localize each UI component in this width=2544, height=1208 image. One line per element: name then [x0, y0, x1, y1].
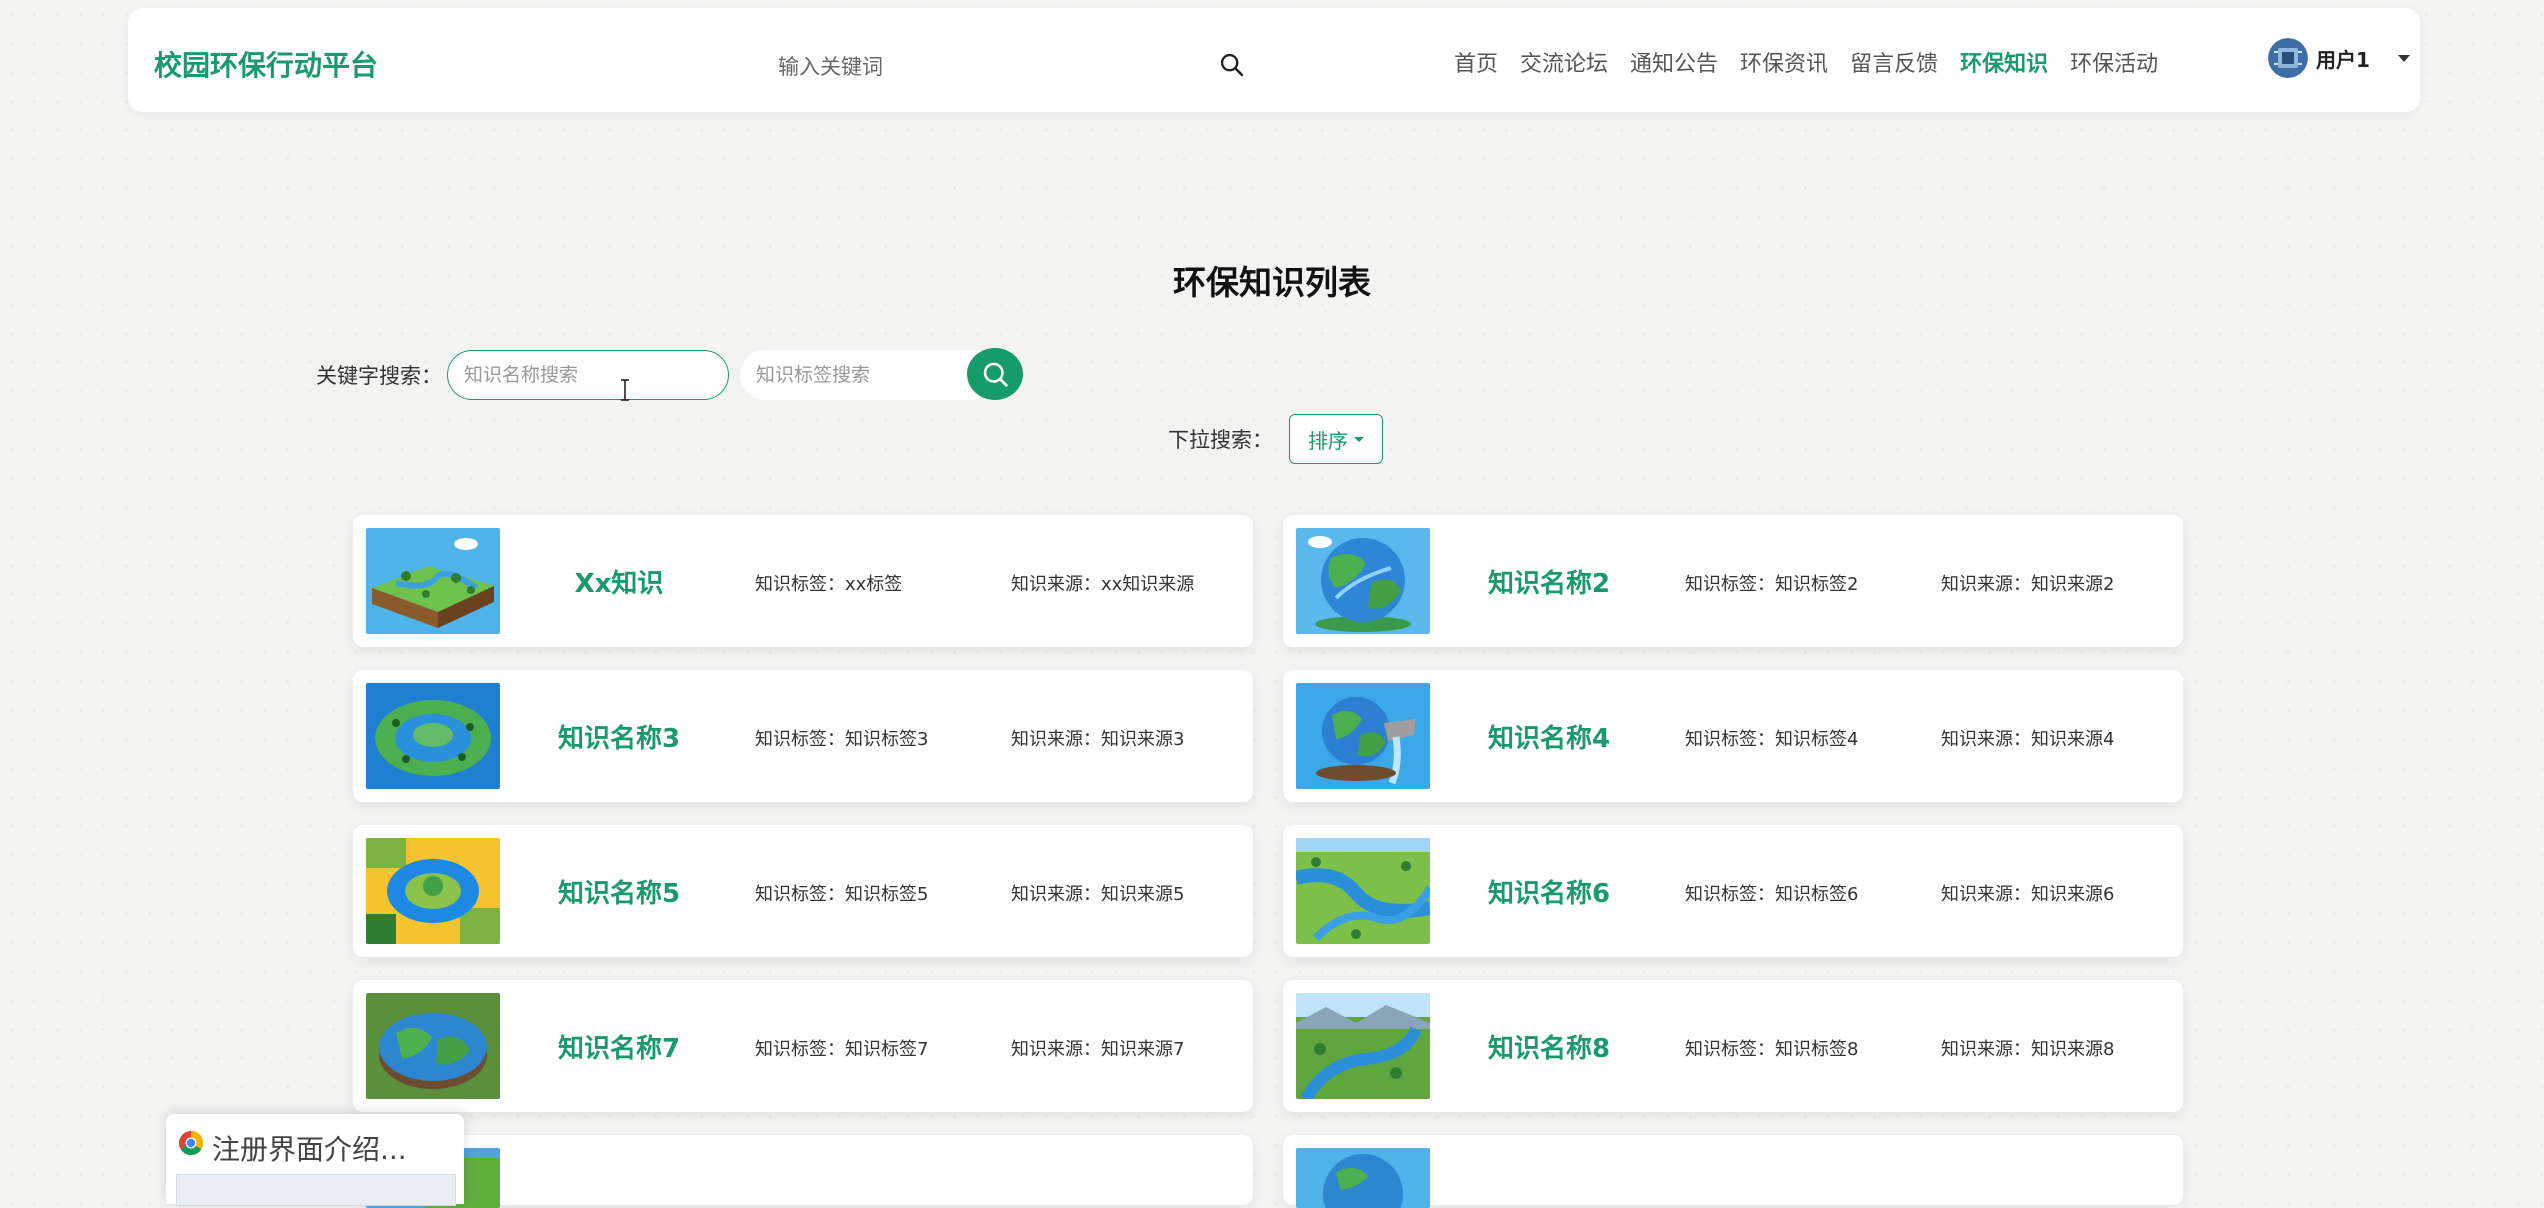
sort-dropdown-button[interactable]: 排序 — [1289, 414, 1383, 464]
knowledge-source: 知识来源：知识来源8 — [1941, 1039, 2115, 1060]
knowledge-card[interactable]: 知识名称8 知识标签：知识标签8 知识来源：知识来源8 — [1283, 980, 2183, 1112]
knowledge-thumbnail[interactable] — [366, 528, 500, 634]
nav-feedback[interactable]: 留言反馈 — [1850, 46, 1938, 78]
knowledge-source: 知识来源：知识来源3 — [1011, 729, 1185, 750]
caret-down-icon — [1354, 436, 1364, 442]
knowledge-card[interactable]: 知识名称3 知识标签：知识标签3 知识来源：知识来源3 — [353, 670, 1253, 802]
nav-forum[interactable]: 交流论坛 — [1520, 46, 1608, 78]
search-icon — [983, 362, 1008, 387]
knowledge-card[interactable]: 知识名称6 知识标签：知识标签6 知识来源：知识来源6 — [1283, 825, 2183, 957]
header-search-input[interactable]: 输入关键词 — [778, 51, 883, 81]
user-name[interactable]: 用户1 — [2316, 44, 2370, 73]
knowledge-name[interactable]: 知识名称5 — [519, 873, 719, 910]
nav-news[interactable]: 环保资讯 — [1740, 46, 1828, 78]
brand-title[interactable]: 校园环保行动平台 — [154, 44, 378, 84]
knowledge-name[interactable]: 知识名称3 — [519, 718, 719, 755]
dropdown-search-label: 下拉搜索： — [1168, 428, 1273, 452]
knowledge-thumbnail[interactable] — [1296, 528, 1430, 634]
browser-window-preview[interactable]: 注册界面介绍... — [166, 1114, 464, 1206]
knowledge-source: 知识来源：xx知识来源 — [1011, 574, 1195, 595]
nav-activity[interactable]: 环保活动 — [2070, 46, 2158, 78]
text-cursor-icon — [621, 379, 629, 401]
knowledge-tag: 知识标签：知识标签2 — [1685, 574, 1859, 595]
knowledge-name[interactable]: 知识名称8 — [1449, 1028, 1649, 1065]
knowledge-name[interactable]: Xx知识 — [519, 563, 719, 600]
knowledge-thumbnail[interactable] — [1296, 993, 1430, 1099]
user-menu[interactable]: 用户1 — [2268, 38, 2410, 78]
nav-knowledge[interactable]: 环保知识 — [1960, 46, 2048, 78]
nav-notice[interactable]: 通知公告 — [1630, 46, 1718, 78]
knowledge-card[interactable]: 知识名称7 知识标签：知识标签7 知识来源：知识来源7 — [353, 980, 1253, 1112]
knowledge-tag: 知识标签：知识标签5 — [755, 884, 929, 905]
knowledge-name-search-input[interactable] — [447, 350, 729, 400]
knowledge-tag: 知识标签：知识标签4 — [1685, 729, 1859, 750]
knowledge-source: 知识来源：知识来源5 — [1011, 884, 1185, 905]
knowledge-source: 知识来源：知识来源2 — [1941, 574, 2115, 595]
knowledge-thumbnail[interactable] — [1296, 838, 1430, 944]
knowledge-name[interactable]: 知识名称6 — [1449, 873, 1649, 910]
knowledge-tag: 知识标签：xx标签 — [755, 574, 903, 595]
knowledge-source: 知识来源：知识来源4 — [1941, 729, 2115, 750]
knowledge-thumbnail[interactable] — [366, 683, 500, 789]
knowledge-name[interactable]: 知识名称2 — [1449, 563, 1649, 600]
knowledge-tag: 知识标签：知识标签8 — [1685, 1039, 1859, 1060]
page-title: 环保知识列表 — [1173, 263, 1371, 302]
avatar[interactable] — [2268, 38, 2308, 78]
knowledge-thumbnail[interactable] — [1296, 683, 1430, 789]
knowledge-thumbnail[interactable] — [366, 993, 500, 1099]
knowledge-thumbnail[interactable] — [366, 838, 500, 944]
search-icon[interactable] — [1218, 51, 1246, 79]
chevron-down-icon[interactable] — [2397, 54, 2410, 62]
knowledge-tag-search-input[interactable] — [740, 350, 980, 400]
search-button[interactable] — [967, 348, 1023, 400]
knowledge-card[interactable]: 知识名称5 知识标签：知识标签5 知识来源：知识来源5 — [353, 825, 1253, 957]
knowledge-name[interactable]: 知识名称7 — [519, 1028, 719, 1065]
knowledge-name[interactable]: 知识名称4 — [1449, 718, 1649, 755]
knowledge-card[interactable] — [1283, 1135, 2183, 1208]
knowledge-card[interactable]: 知识名称4 知识标签：知识标签4 知识来源：知识来源4 — [1283, 670, 2183, 802]
knowledge-tag: 知识标签：知识标签7 — [755, 1039, 929, 1060]
knowledge-thumbnail[interactable] — [1296, 1148, 1430, 1208]
top-header: 校园环保行动平台 输入关键词 首页 交流论坛 通知公告 环保资讯 留言反馈 环保… — [128, 8, 2420, 112]
knowledge-source: 知识来源：知识来源6 — [1941, 884, 2115, 905]
knowledge-card[interactable]: Xx知识 知识标签：xx标签 知识来源：xx知识来源 — [353, 515, 1253, 647]
sort-label: 排序 — [1308, 428, 1348, 453]
knowledge-tag: 知识标签：知识标签6 — [1685, 884, 1859, 905]
knowledge-source: 知识来源：知识来源7 — [1011, 1039, 1185, 1060]
header-search[interactable]: 输入关键词 — [778, 48, 1248, 82]
chrome-icon — [179, 1131, 204, 1156]
nav-home[interactable]: 首页 — [1454, 46, 1498, 78]
knowledge-card[interactable] — [353, 1135, 1253, 1208]
window-thumbnail[interactable] — [176, 1174, 456, 1206]
keyword-search-label: 关键字搜索： — [316, 364, 442, 388]
popup-title: 注册界面介绍... — [212, 1133, 407, 1166]
main-nav: 首页 交流论坛 通知公告 环保资讯 留言反馈 环保知识 环保活动 — [1454, 46, 2158, 78]
knowledge-tag: 知识标签：知识标签3 — [755, 729, 929, 750]
knowledge-card[interactable]: 知识名称2 知识标签：知识标签2 知识来源：知识来源2 — [1283, 515, 2183, 647]
